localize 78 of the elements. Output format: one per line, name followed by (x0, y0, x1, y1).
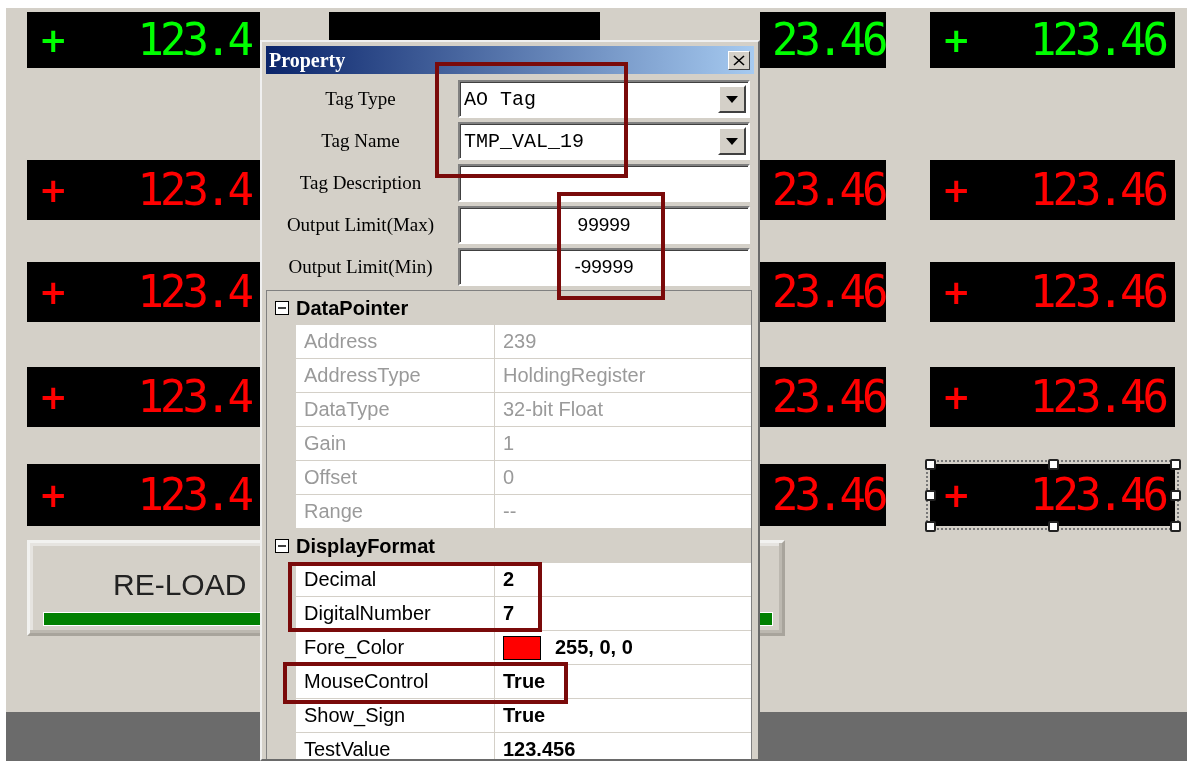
field-label: Output Limit(Max) (285, 214, 436, 236)
digital-display[interactable]: 23.46 (760, 367, 886, 427)
property-value: 255, 0, 0 (555, 636, 633, 659)
sign-text: + (39, 275, 68, 309)
sign-text: + (39, 478, 68, 512)
sign-text: + (39, 173, 68, 207)
digital-display[interactable]: + 123.4 (27, 160, 260, 220)
field-label: Tag Description (298, 172, 423, 194)
digital-display[interactable]: + 123.46 (923, 457, 1182, 533)
digit-readout: 123.46 (1030, 375, 1167, 419)
field-label: Output Limit(Min) (287, 256, 434, 278)
digit-readout: 123.46 (1030, 18, 1167, 62)
selection-handle[interactable] (1170, 490, 1181, 501)
digital-display[interactable]: + 123.46 (930, 160, 1175, 220)
digital-display[interactable]: + 123.4 (27, 262, 260, 322)
property-name[interactable]: MouseControl (296, 665, 495, 699)
collapse-icon[interactable] (274, 539, 289, 553)
close-button[interactable] (728, 50, 750, 70)
input-field[interactable]: 99999 (458, 206, 750, 244)
digital-display[interactable]: + 123.4 (27, 367, 260, 427)
selection-handle[interactable] (1170, 521, 1181, 532)
sign-text: + (942, 173, 971, 207)
property-value[interactable]: 2 (495, 563, 751, 597)
digit-readout: 123.46 (1030, 473, 1167, 517)
digit-readout: 23.46 (772, 18, 886, 62)
digit-readout: 23.46 (772, 473, 886, 517)
property-value[interactable]: 7 (495, 597, 751, 631)
sign-text: + (942, 478, 971, 512)
digit-readout: 123.4 (137, 18, 252, 62)
digit-readout: 123.4 (137, 270, 252, 314)
category-label: DisplayFormat (296, 534, 435, 558)
caret-icon (726, 95, 738, 103)
collapse-icon[interactable] (274, 301, 289, 315)
sign-text: + (942, 275, 971, 309)
selection-handle[interactable] (1170, 459, 1181, 470)
digital-display[interactable]: 23.46 (760, 160, 886, 220)
digital-display[interactable]: + 123.46 (930, 367, 1175, 427)
dropdown-button[interactable] (718, 85, 746, 113)
digit-readout: 123.46 (1030, 270, 1167, 314)
digital-display[interactable]: + 123.46 (930, 12, 1175, 68)
close-icon (733, 54, 745, 66)
selection-handle[interactable] (1047, 521, 1059, 532)
digit-readout: 123.4 (137, 473, 252, 517)
dropdown-button[interactable] (718, 127, 746, 155)
digital-display[interactable]: + 123.46 (930, 262, 1175, 322)
property-value[interactable]: 123.456 (495, 733, 751, 759)
input-field[interactable]: -99999 (458, 248, 750, 286)
sign-text: + (942, 23, 971, 57)
property-value-cell[interactable]: 255, 0, 0 (495, 631, 751, 665)
field-label: Tag Type (324, 88, 397, 110)
digit-readout: 23.46 (772, 168, 886, 212)
dropdown[interactable]: AO Tag (458, 80, 750, 118)
property-value[interactable]: True (495, 665, 751, 699)
digit-readout: 23.46 (772, 375, 886, 419)
digital-display[interactable]: + 123.4 (27, 464, 260, 526)
digit-readout: 123.4 (137, 375, 252, 419)
digit-readout: 123.46 (1030, 168, 1167, 212)
category-label: DataPointer (296, 296, 409, 320)
digital-display[interactable]: 23.46 (760, 12, 886, 68)
window-title: Property (269, 48, 346, 72)
selection-handle[interactable] (925, 490, 936, 501)
dropdown[interactable]: TMP_VAL_19 (458, 122, 750, 160)
property-name[interactable]: TestValue (296, 733, 495, 759)
sign-text: + (942, 380, 971, 414)
sign-text: + (39, 380, 68, 414)
digit-readout: 123.4 (137, 168, 252, 212)
selection-handle[interactable] (925, 521, 936, 532)
caret-icon (726, 137, 738, 145)
selection-handle[interactable] (925, 459, 936, 470)
digital-display[interactable]: + 123.4 (27, 12, 260, 68)
property-value[interactable]: True (495, 699, 751, 733)
selection-handle[interactable] (1047, 459, 1059, 470)
field-label: Tag Name (320, 130, 401, 152)
digit-readout: 23.46 (772, 270, 886, 314)
property-name[interactable]: DigitalNumber (296, 597, 495, 631)
digital-display[interactable]: 23.46 (760, 464, 886, 526)
digital-display[interactable]: 23.46 (760, 262, 886, 322)
sign-text: + (39, 23, 68, 57)
